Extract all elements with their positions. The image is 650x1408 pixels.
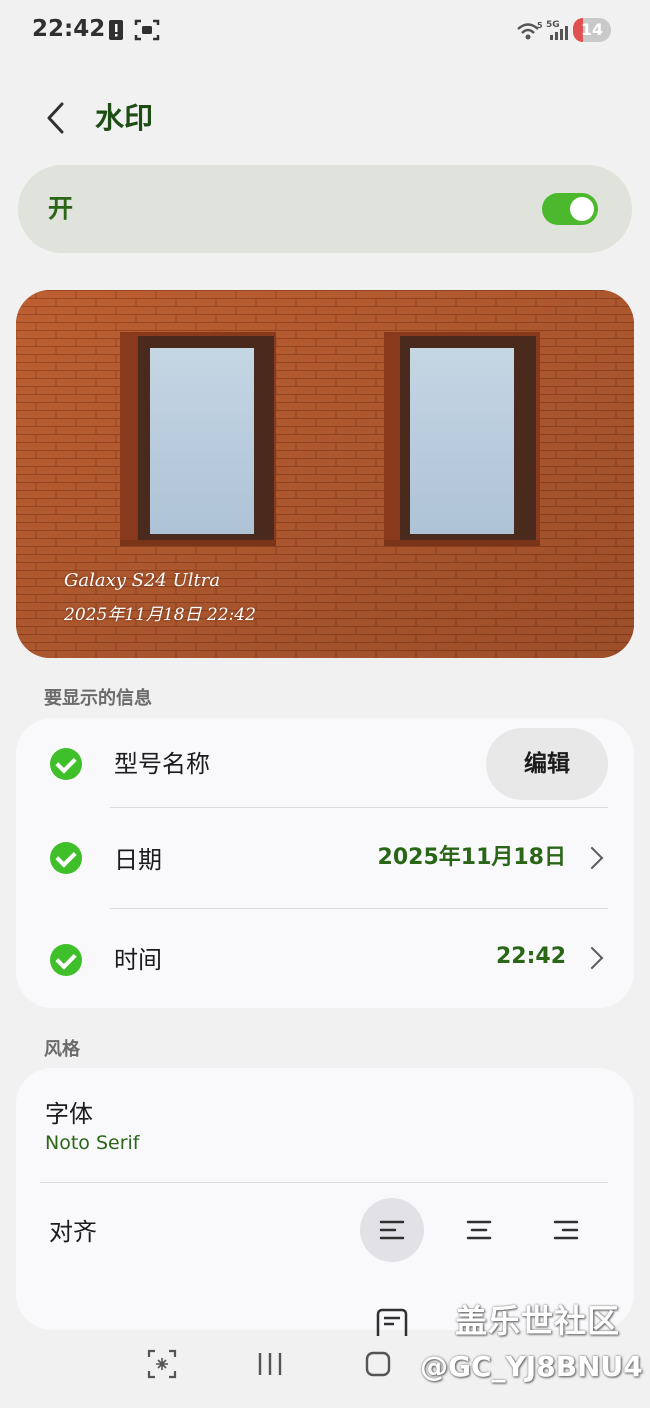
align-label: 对齐: [49, 1218, 97, 1246]
date-label: 日期: [114, 846, 162, 874]
info-section-label: 要显示的信息: [44, 688, 152, 709]
style-card: 字体 Noto Serif 对齐: [16, 1068, 634, 1330]
battery-level: 14: [580, 20, 604, 39]
watermark-preview-image: Galaxy S24 Ultra 2025年11月18日 22:42: [16, 290, 634, 658]
network-type-label: 5G: [546, 20, 560, 30]
screenshot-icon: [134, 19, 160, 41]
font-value: Noto Serif: [45, 1132, 140, 1154]
divider: [40, 1182, 608, 1183]
signal-icon: 5G: [546, 20, 568, 40]
recents-icon[interactable]: [256, 1348, 284, 1380]
chevron-right-icon: [580, 846, 604, 870]
align-center-button[interactable]: [447, 1198, 511, 1262]
home-icon[interactable]: [364, 1348, 392, 1380]
window-right: [384, 332, 540, 546]
app-header: 水印: [0, 88, 650, 148]
watermark-switch[interactable]: [542, 193, 598, 225]
align-left-icon: [379, 1220, 405, 1240]
model-name-checkbox[interactable]: [50, 748, 82, 780]
time-checkbox[interactable]: [50, 944, 82, 976]
info-card: 型号名称 编辑 日期 2025年11月18日 时间 22:42: [16, 718, 634, 1008]
style-section-label: 风格: [44, 1039, 80, 1060]
chevron-left-icon: [47, 102, 64, 134]
divider: [110, 807, 608, 808]
back-button[interactable]: [40, 96, 72, 140]
edit-button[interactable]: 编辑: [486, 728, 608, 800]
watermark-toggle-card[interactable]: 开: [18, 165, 632, 253]
watermark-model-text: Galaxy S24 Ultra: [64, 570, 221, 591]
status-bar: 22:42 5 5G 14: [0, 0, 650, 60]
font-label: 字体: [45, 1100, 93, 1128]
divider: [110, 908, 608, 909]
align-right-button[interactable]: [534, 1198, 598, 1262]
align-left-button[interactable]: [360, 1198, 424, 1262]
community-watermark: 盖乐世社区: [455, 1302, 621, 1340]
chevron-right-icon: [580, 946, 604, 970]
align-center-icon: [466, 1220, 492, 1240]
date-value: 2025年11月18日: [377, 845, 566, 870]
battery-badge: 14: [573, 18, 611, 42]
window-left: [120, 332, 276, 546]
model-name-label: 型号名称: [114, 750, 210, 778]
watermark-datetime-text: 2025年11月18日 22:42: [64, 605, 256, 625]
wifi-band-label: 5: [537, 21, 543, 30]
time-label: 时间: [114, 946, 162, 974]
date-checkbox[interactable]: [50, 842, 82, 874]
page-title: 水印: [95, 101, 154, 135]
wifi-icon: 5: [517, 21, 543, 40]
capture-icon[interactable]: [146, 1348, 178, 1380]
alert-icon: [109, 20, 123, 40]
toggle-label: 开: [48, 194, 74, 223]
time-value: 22:42: [495, 944, 566, 969]
align-right-icon: [553, 1220, 579, 1240]
community-user-watermark: @GC_YJ8BNU4: [420, 1350, 643, 1383]
status-time: 22:42: [32, 16, 106, 42]
